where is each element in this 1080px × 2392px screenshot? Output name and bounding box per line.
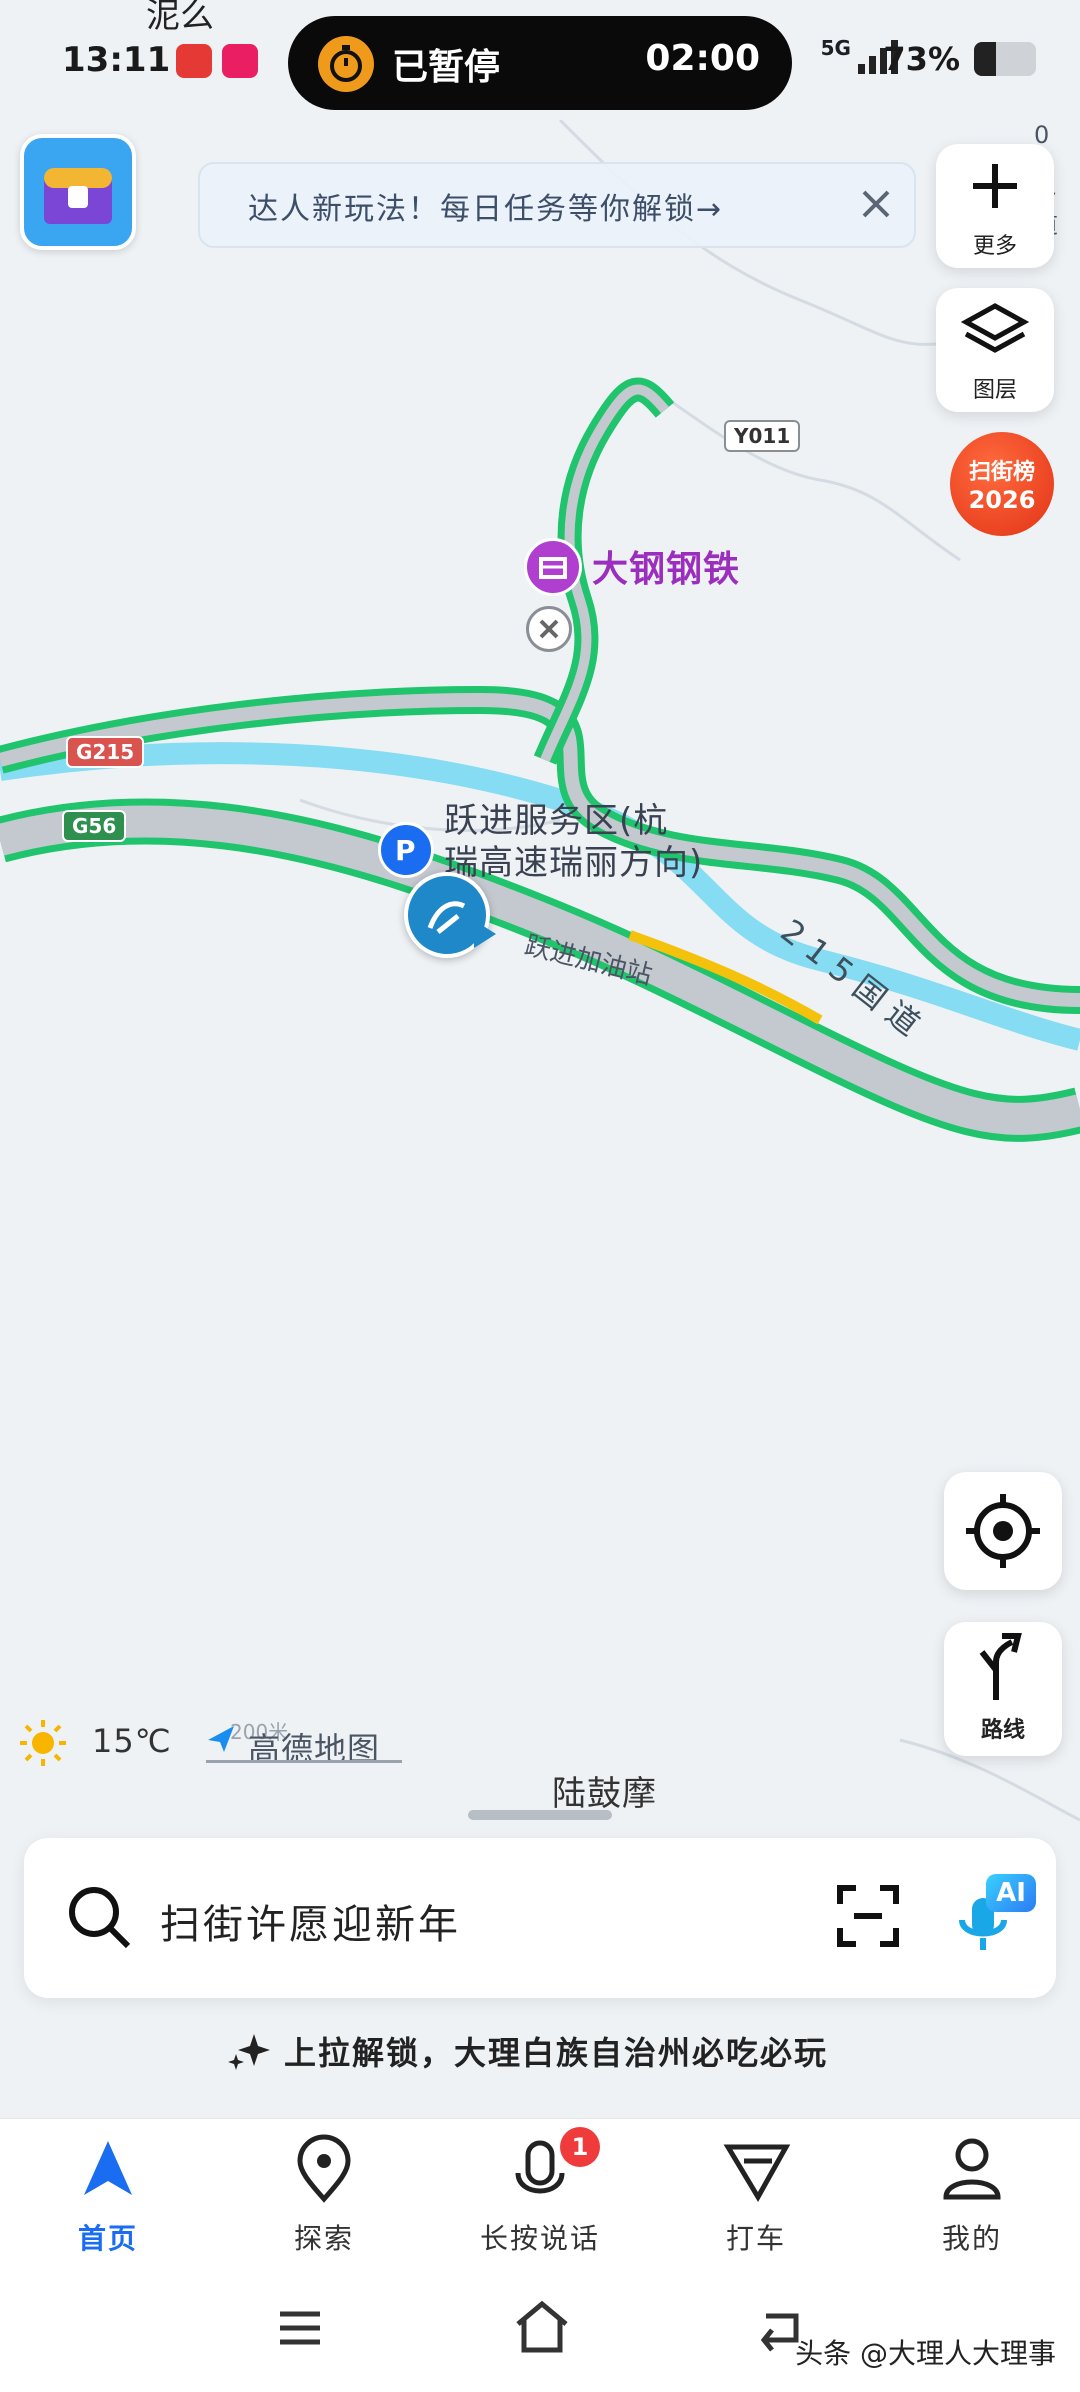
navigation-arrow-icon [84, 2141, 132, 2195]
locate-icon [966, 1494, 1040, 1568]
timer-pill[interactable]: 已暂停 02:00 [288, 16, 792, 110]
ai-voice-button[interactable]: AI [946, 1868, 1042, 1964]
layers-label: 图层 [972, 378, 1017, 403]
locate-me-button[interactable] [944, 1472, 1062, 1590]
timer-time: 02:00 [645, 38, 760, 79]
street-rank-badge[interactable]: 扫街榜 2026 [950, 432, 1054, 536]
weather-temp: 15℃ [92, 1722, 172, 1760]
app-notification-icon-2 [222, 44, 258, 78]
notice-text: 达人新玩法！每日任务等你解锁→ [248, 192, 724, 227]
pull-up-hint[interactable]: 上拉解锁，大理白族自治州必吃必玩 [0, 2018, 1080, 2088]
poi-steel-label[interactable]: 大钢钢铁 [592, 540, 740, 592]
nav-voice[interactable]: 1 长按说话 [432, 2119, 648, 2269]
nav-profile-label: 我的 [941, 2222, 1002, 2255]
pull-up-hint-text: 上拉解锁，大理白族自治州必吃必玩 [284, 2034, 829, 2072]
place-label-bottom: 陆鼓摩 [552, 1774, 657, 1814]
shield-g56: G56 [62, 810, 127, 842]
stopwatch-icon [318, 36, 374, 92]
route-button[interactable]: 路线 [944, 1622, 1062, 1756]
voice-badge: 1 [560, 2127, 600, 2167]
network-type: 5G [820, 36, 851, 60]
scale-bar [206, 1760, 402, 1763]
shield-y011: Y011 [724, 420, 801, 452]
nav-home[interactable]: 首页 [0, 2119, 216, 2269]
watermark: 头条 @大理人大理事 [795, 2337, 1056, 2370]
sun-icon [18, 1718, 68, 1768]
layers-icon [960, 303, 1030, 353]
toll-close-icon [526, 606, 572, 652]
nav-profile[interactable]: 我的 [864, 2119, 1080, 2269]
system-nav-bar: 头条 @大理人大理事 [0, 2268, 1080, 2392]
status-time: 13:11 [62, 40, 171, 80]
more-button[interactable]: 更多 [936, 144, 1054, 268]
badge-line2: 2026 [968, 486, 1036, 514]
layers-button[interactable]: 图层 [936, 288, 1054, 412]
nav-taxi-label: 打车 [725, 2222, 786, 2255]
factory-poi-icon[interactable] [524, 538, 582, 596]
service-area-line1: 跃进服务区(杭 [444, 801, 669, 841]
brand-label: 高德地图 [248, 1730, 381, 1768]
nav-home-label: 首页 [77, 2222, 138, 2255]
nav-explore[interactable]: 探索 [216, 2119, 432, 2269]
bottom-nav: 首页 探索 1 长按说话 打车 我的 [0, 2118, 1080, 2269]
status-top-text: 泥么 [146, 0, 214, 36]
treasure-chest-icon[interactable] [20, 134, 136, 250]
app-notification-icon [176, 44, 212, 78]
location-pin-icon [297, 2134, 351, 2203]
scan-icon[interactable] [830, 1878, 906, 1954]
ai-label: AI [986, 1874, 1036, 1912]
parking-poi-icon[interactable]: P [378, 822, 434, 878]
close-icon[interactable] [848, 176, 904, 232]
service-area-label[interactable]: 跃进服务区(杭 瑞高速瑞丽方向) [444, 800, 703, 884]
heading-arrow-icon [474, 920, 496, 948]
notice-banner[interactable]: 达人新玩法！每日任务等你解锁→ [198, 162, 916, 248]
nav-taxi[interactable]: 打车 [648, 2119, 864, 2269]
route-arrow-icon [979, 1633, 1022, 1700]
nav-explore-label: 探索 [293, 2222, 354, 2255]
nav-voice-label: 长按说话 [479, 2222, 600, 2255]
search-bar[interactable]: 扫街许愿迎新年 AI [24, 1838, 1056, 1998]
shield-g215: G215 [66, 736, 145, 768]
search-icon [62, 1880, 138, 1956]
map-canvas[interactable]: G215 G56 Y011 0 1 乡道 大钢钢铁 P 跃进服务区(杭 瑞高速瑞… [0, 120, 1080, 1840]
user-icon [943, 2138, 1001, 2200]
menu-icon[interactable] [270, 2298, 330, 2358]
home-icon[interactable] [510, 2294, 574, 2358]
microphone-icon [515, 2140, 565, 2194]
drag-handle[interactable] [468, 1810, 612, 1820]
search-placeholder: 扫街许愿迎新年 [160, 1902, 461, 1948]
battery-text: 73% [883, 40, 960, 78]
sparkle-icon [224, 2028, 272, 2076]
svg-text:P: P [395, 834, 416, 867]
battery-icon [974, 42, 1036, 76]
taxi-flag-icon [723, 2144, 791, 2202]
route-label: 路线 [980, 1718, 1025, 1743]
more-label: 更多 [972, 234, 1017, 259]
status-bar: 泥么 13:11 已暂停 02:00 5G 73% [0, 0, 1080, 120]
badge-line1: 扫街榜 [968, 460, 1035, 485]
timer-state: 已暂停 [392, 47, 501, 88]
